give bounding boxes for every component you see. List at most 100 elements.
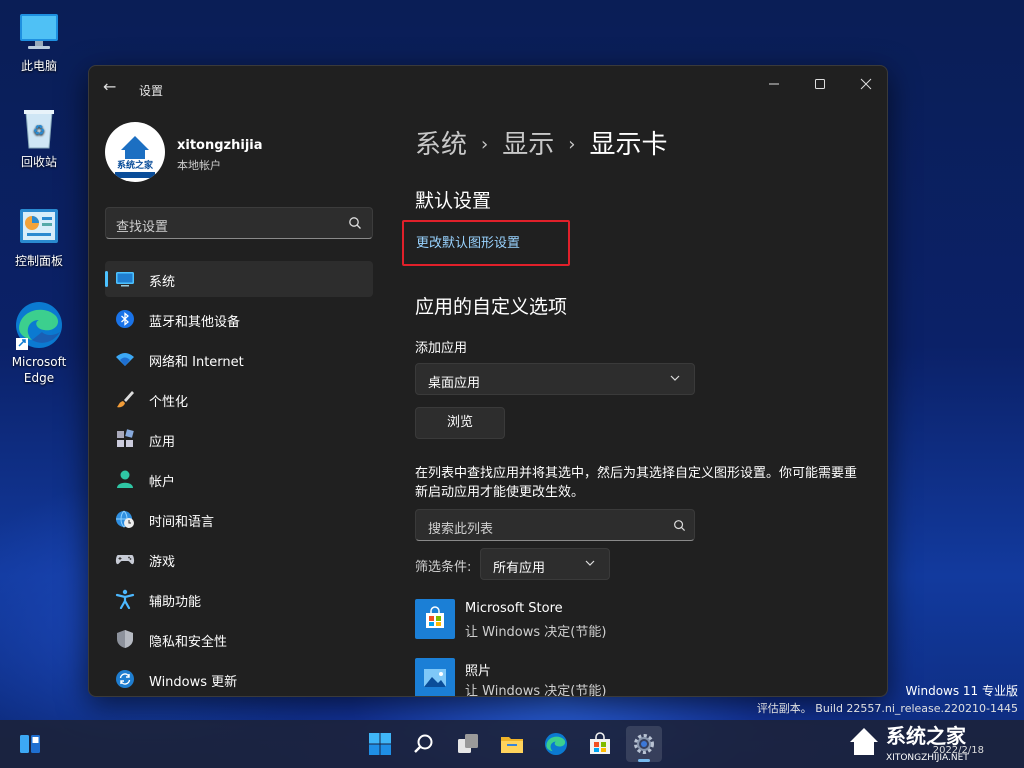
monitor-icon bbox=[116, 272, 134, 287]
sidebar-item-label: 网络和 Internet bbox=[149, 355, 244, 370]
sidebar-item-accounts[interactable]: 帐户 bbox=[105, 461, 373, 497]
widgets-button[interactable] bbox=[12, 726, 48, 762]
avatar[interactable]: 系统之家 bbox=[105, 122, 165, 182]
search-icon bbox=[349, 217, 361, 229]
add-app-label: 添加应用 bbox=[415, 341, 468, 356]
desktop-icon-recycle-bin[interactable]: ♻ 回收站 bbox=[6, 106, 72, 170]
settings-search-box[interactable]: 查找设置 bbox=[105, 207, 373, 239]
settings-icon bbox=[634, 734, 654, 754]
desktop-icon-label: 控制面板 bbox=[14, 254, 63, 268]
settings-taskbar-button[interactable] bbox=[626, 726, 662, 762]
edge-icon bbox=[544, 732, 568, 756]
list-item[interactable]: Microsoft Store 让 Windows 决定(节能) bbox=[415, 599, 875, 643]
sidebar-item-label: 辅助功能 bbox=[149, 595, 202, 610]
desktop-icon-label: 回收站 bbox=[20, 155, 57, 169]
sidebar-item-label: 系统 bbox=[149, 275, 176, 290]
desktop-icon-this-pc[interactable]: 此电脑 bbox=[6, 10, 72, 74]
page-title: 显示卡 bbox=[589, 130, 668, 160]
breadcrumb: 系统 › 显示 › 显示卡 bbox=[415, 124, 667, 161]
sidebar-item-label: Windows 更新 bbox=[149, 675, 238, 690]
apps-icon bbox=[117, 429, 134, 447]
avatar-text: 系统之家 bbox=[117, 159, 154, 171]
taskbar-search-button[interactable] bbox=[406, 726, 442, 762]
sidebar-item-time-language[interactable]: 时间和语言 bbox=[105, 501, 373, 537]
sidebar-item-gaming[interactable]: 游戏 bbox=[105, 541, 373, 577]
minimize-button[interactable] bbox=[751, 72, 797, 100]
sidebar-item-apps[interactable]: 应用 bbox=[105, 421, 373, 457]
maximize-icon bbox=[815, 79, 825, 89]
edge-icon bbox=[14, 300, 64, 350]
computer-icon bbox=[17, 10, 61, 54]
desktop-icon-control-panel[interactable]: 控制面板 bbox=[6, 205, 72, 269]
search-placeholder: 查找设置 bbox=[116, 220, 169, 235]
account-type: 本地帐户 bbox=[177, 159, 221, 172]
desktop-icon-label: 此电脑 bbox=[20, 59, 57, 73]
store-taskbar-button[interactable] bbox=[582, 726, 618, 762]
sidebar-item-label: 个性化 bbox=[149, 395, 189, 410]
app-name: Microsoft Store bbox=[465, 601, 563, 616]
gamepad-icon bbox=[115, 555, 135, 565]
desktop-icon-edge[interactable]: Microsoft Edge bbox=[6, 300, 72, 386]
filter-selected: 所有应用 bbox=[493, 561, 546, 576]
recycle-bin-icon: ♻ bbox=[17, 106, 61, 150]
sidebar-item-label: 帐户 bbox=[149, 475, 176, 490]
app-graphics-status: 让 Windows 决定(节能) bbox=[465, 684, 607, 697]
task-view-icon bbox=[458, 734, 478, 753]
active-app-indicator bbox=[638, 759, 650, 762]
update-icon bbox=[116, 670, 134, 688]
breadcrumb-item[interactable]: 系统 bbox=[415, 130, 467, 160]
settings-window: ← 设置 系统之家 xitongzhijia 本地帐户 查找设置 系统 蓝牙和其… bbox=[88, 65, 888, 697]
browse-button[interactable]: 浏览 bbox=[415, 407, 505, 439]
change-default-graphics-link[interactable]: 更改默认图形设置 bbox=[416, 232, 520, 251]
close-button[interactable] bbox=[843, 72, 887, 100]
store-icon bbox=[415, 599, 455, 639]
photos-icon bbox=[415, 658, 455, 696]
task-view-button[interactable] bbox=[450, 726, 486, 762]
search-icon bbox=[414, 734, 433, 753]
app-type-dropdown[interactable]: 桌面应用 bbox=[415, 363, 695, 395]
svg-text:♻: ♻ bbox=[33, 123, 46, 139]
file-explorer-button[interactable] bbox=[494, 726, 530, 762]
default-settings-heading: 默认设置 bbox=[415, 190, 492, 212]
app-type-selected: 桌面应用 bbox=[428, 376, 481, 391]
sidebar-item-system[interactable]: 系统 bbox=[105, 261, 373, 297]
custom-options-heading: 应用的自定义选项 bbox=[415, 296, 568, 318]
sidebar-item-label: 时间和语言 bbox=[149, 515, 215, 530]
breadcrumb-item[interactable]: 显示 bbox=[502, 130, 554, 160]
globe-clock-icon bbox=[116, 510, 134, 528]
shield-icon bbox=[117, 630, 133, 648]
list-item[interactable]: 照片 让 Windows 决定(节能) bbox=[415, 658, 875, 697]
sidebar-item-accessibility[interactable]: 辅助功能 bbox=[105, 581, 373, 617]
app-name: 照片 bbox=[465, 664, 492, 679]
start-button[interactable] bbox=[362, 726, 398, 762]
filter-dropdown[interactable]: 所有应用 bbox=[480, 548, 610, 580]
store-icon bbox=[590, 732, 610, 754]
breadcrumb-separator: › bbox=[481, 134, 489, 155]
list-search-input[interactable]: 搜索此列表 bbox=[415, 509, 695, 541]
sidebar-item-personalization[interactable]: 个性化 bbox=[105, 381, 373, 417]
windows-edition-watermark: Windows 11 专业版 bbox=[905, 684, 1018, 698]
window-title: 设置 bbox=[139, 84, 164, 98]
file-explorer-icon bbox=[501, 737, 523, 753]
build-watermark: 评估副本。 Build 22557.ni_release.220210-1445 bbox=[756, 702, 1018, 715]
list-search-placeholder: 搜索此列表 bbox=[428, 522, 494, 537]
back-arrow-icon[interactable]: ← bbox=[103, 79, 121, 95]
maximize-button[interactable] bbox=[797, 72, 843, 100]
sidebar-item-label: 蓝牙和其他设备 bbox=[149, 315, 241, 330]
brush-icon bbox=[117, 391, 134, 408]
filter-label: 筛选条件: bbox=[415, 560, 472, 575]
date-watermark: 2022/2/18 bbox=[932, 745, 984, 756]
desktop-icon-label: Microsoft Edge bbox=[11, 355, 67, 385]
widgets-icon bbox=[20, 735, 40, 753]
edge-taskbar-button[interactable] bbox=[538, 726, 574, 762]
site-logo-watermark: 系统之家 XITONGZHIJIA.NET bbox=[846, 720, 1022, 764]
accessibility-icon bbox=[115, 589, 135, 609]
sidebar-item-bluetooth[interactable]: 蓝牙和其他设备 bbox=[105, 301, 373, 337]
sidebar-item-label: 应用 bbox=[149, 435, 176, 450]
user-name: xitongzhijia bbox=[177, 138, 263, 153]
start-icon bbox=[369, 733, 391, 755]
sidebar-item-network[interactable]: 网络和 Internet bbox=[105, 341, 373, 377]
sidebar-item-windows-update[interactable]: Windows 更新 bbox=[105, 661, 373, 696]
description-text: 在列表中查找应用并将其选中，然后为其选择自定义图形设置。你可能需要重新启动应用才… bbox=[415, 466, 858, 500]
sidebar-item-privacy[interactable]: 隐私和安全性 bbox=[105, 621, 373, 657]
